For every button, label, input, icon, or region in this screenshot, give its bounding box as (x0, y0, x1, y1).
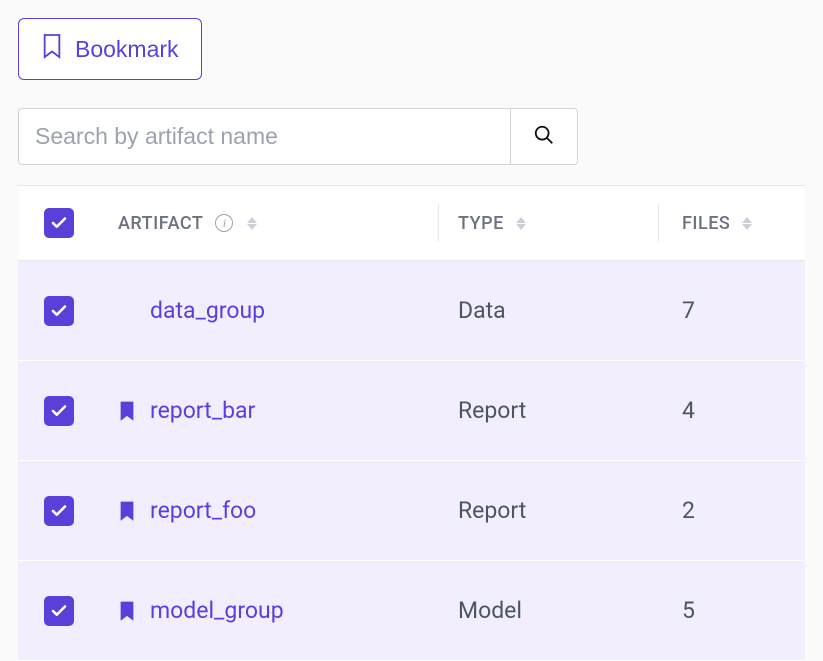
table-row: report_foo Report 2 (18, 461, 805, 561)
row-checkbox[interactable] (44, 496, 74, 526)
artifact-name: report_bar (150, 397, 255, 424)
search-bar (18, 108, 578, 165)
column-header-files[interactable]: FILES (678, 213, 805, 234)
column-label: FILES (682, 213, 730, 234)
artifact-files: 5 (682, 597, 695, 624)
select-all-checkbox[interactable] (44, 208, 74, 238)
check-icon (50, 602, 68, 620)
search-icon (533, 124, 555, 149)
row-checkbox[interactable] (44, 296, 74, 326)
artifact-files: 7 (682, 297, 695, 324)
row-checkbox[interactable] (44, 396, 74, 426)
artifact-link[interactable]: report_bar (118, 397, 255, 424)
artifacts-table: ARTIFACT i TYPE FILES data_group Data 7 rep… (18, 185, 805, 661)
sort-icon[interactable] (516, 217, 526, 230)
check-icon (50, 402, 68, 420)
artifact-type: Report (458, 397, 526, 424)
info-icon[interactable]: i (215, 214, 233, 232)
search-input[interactable] (18, 108, 510, 165)
sort-icon[interactable] (247, 217, 257, 230)
column-label: TYPE (458, 213, 504, 234)
table-row: model_group Model 5 (18, 561, 805, 661)
artifact-link[interactable]: report_foo (118, 497, 256, 524)
table-row: report_bar Report 4 (18, 361, 805, 461)
artifact-files: 2 (682, 497, 695, 524)
check-icon (50, 302, 68, 320)
bookmark-icon (41, 33, 63, 65)
table-header: ARTIFACT i TYPE FILES (18, 185, 805, 261)
artifact-type: Report (458, 497, 526, 524)
check-icon (50, 214, 68, 232)
artifact-name: data_group (150, 297, 265, 324)
column-header-artifact[interactable]: ARTIFACT i (118, 213, 458, 234)
column-label: ARTIFACT (118, 213, 203, 234)
bookmark-label: Bookmark (75, 36, 179, 63)
artifact-type: Model (458, 597, 522, 624)
check-icon (50, 502, 68, 520)
artifact-name: model_group (150, 597, 284, 624)
artifact-link[interactable]: model_group (118, 597, 284, 624)
bookmark-button[interactable]: Bookmark (18, 18, 202, 80)
bookmark-filled-icon (118, 400, 136, 422)
artifact-files: 4 (682, 397, 695, 424)
artifact-link[interactable]: data_group (118, 297, 265, 324)
search-button[interactable] (510, 108, 578, 165)
bookmark-filled-icon (118, 600, 136, 622)
artifact-name: report_foo (150, 497, 256, 524)
table-row: data_group Data 7 (18, 261, 805, 361)
sort-icon[interactable] (742, 217, 752, 230)
row-checkbox[interactable] (44, 596, 74, 626)
artifact-type: Data (458, 297, 506, 324)
table-body: data_group Data 7 report_bar Report 4 report_f… (18, 261, 805, 661)
column-header-type[interactable]: TYPE (458, 213, 678, 234)
bookmark-filled-icon (118, 500, 136, 522)
